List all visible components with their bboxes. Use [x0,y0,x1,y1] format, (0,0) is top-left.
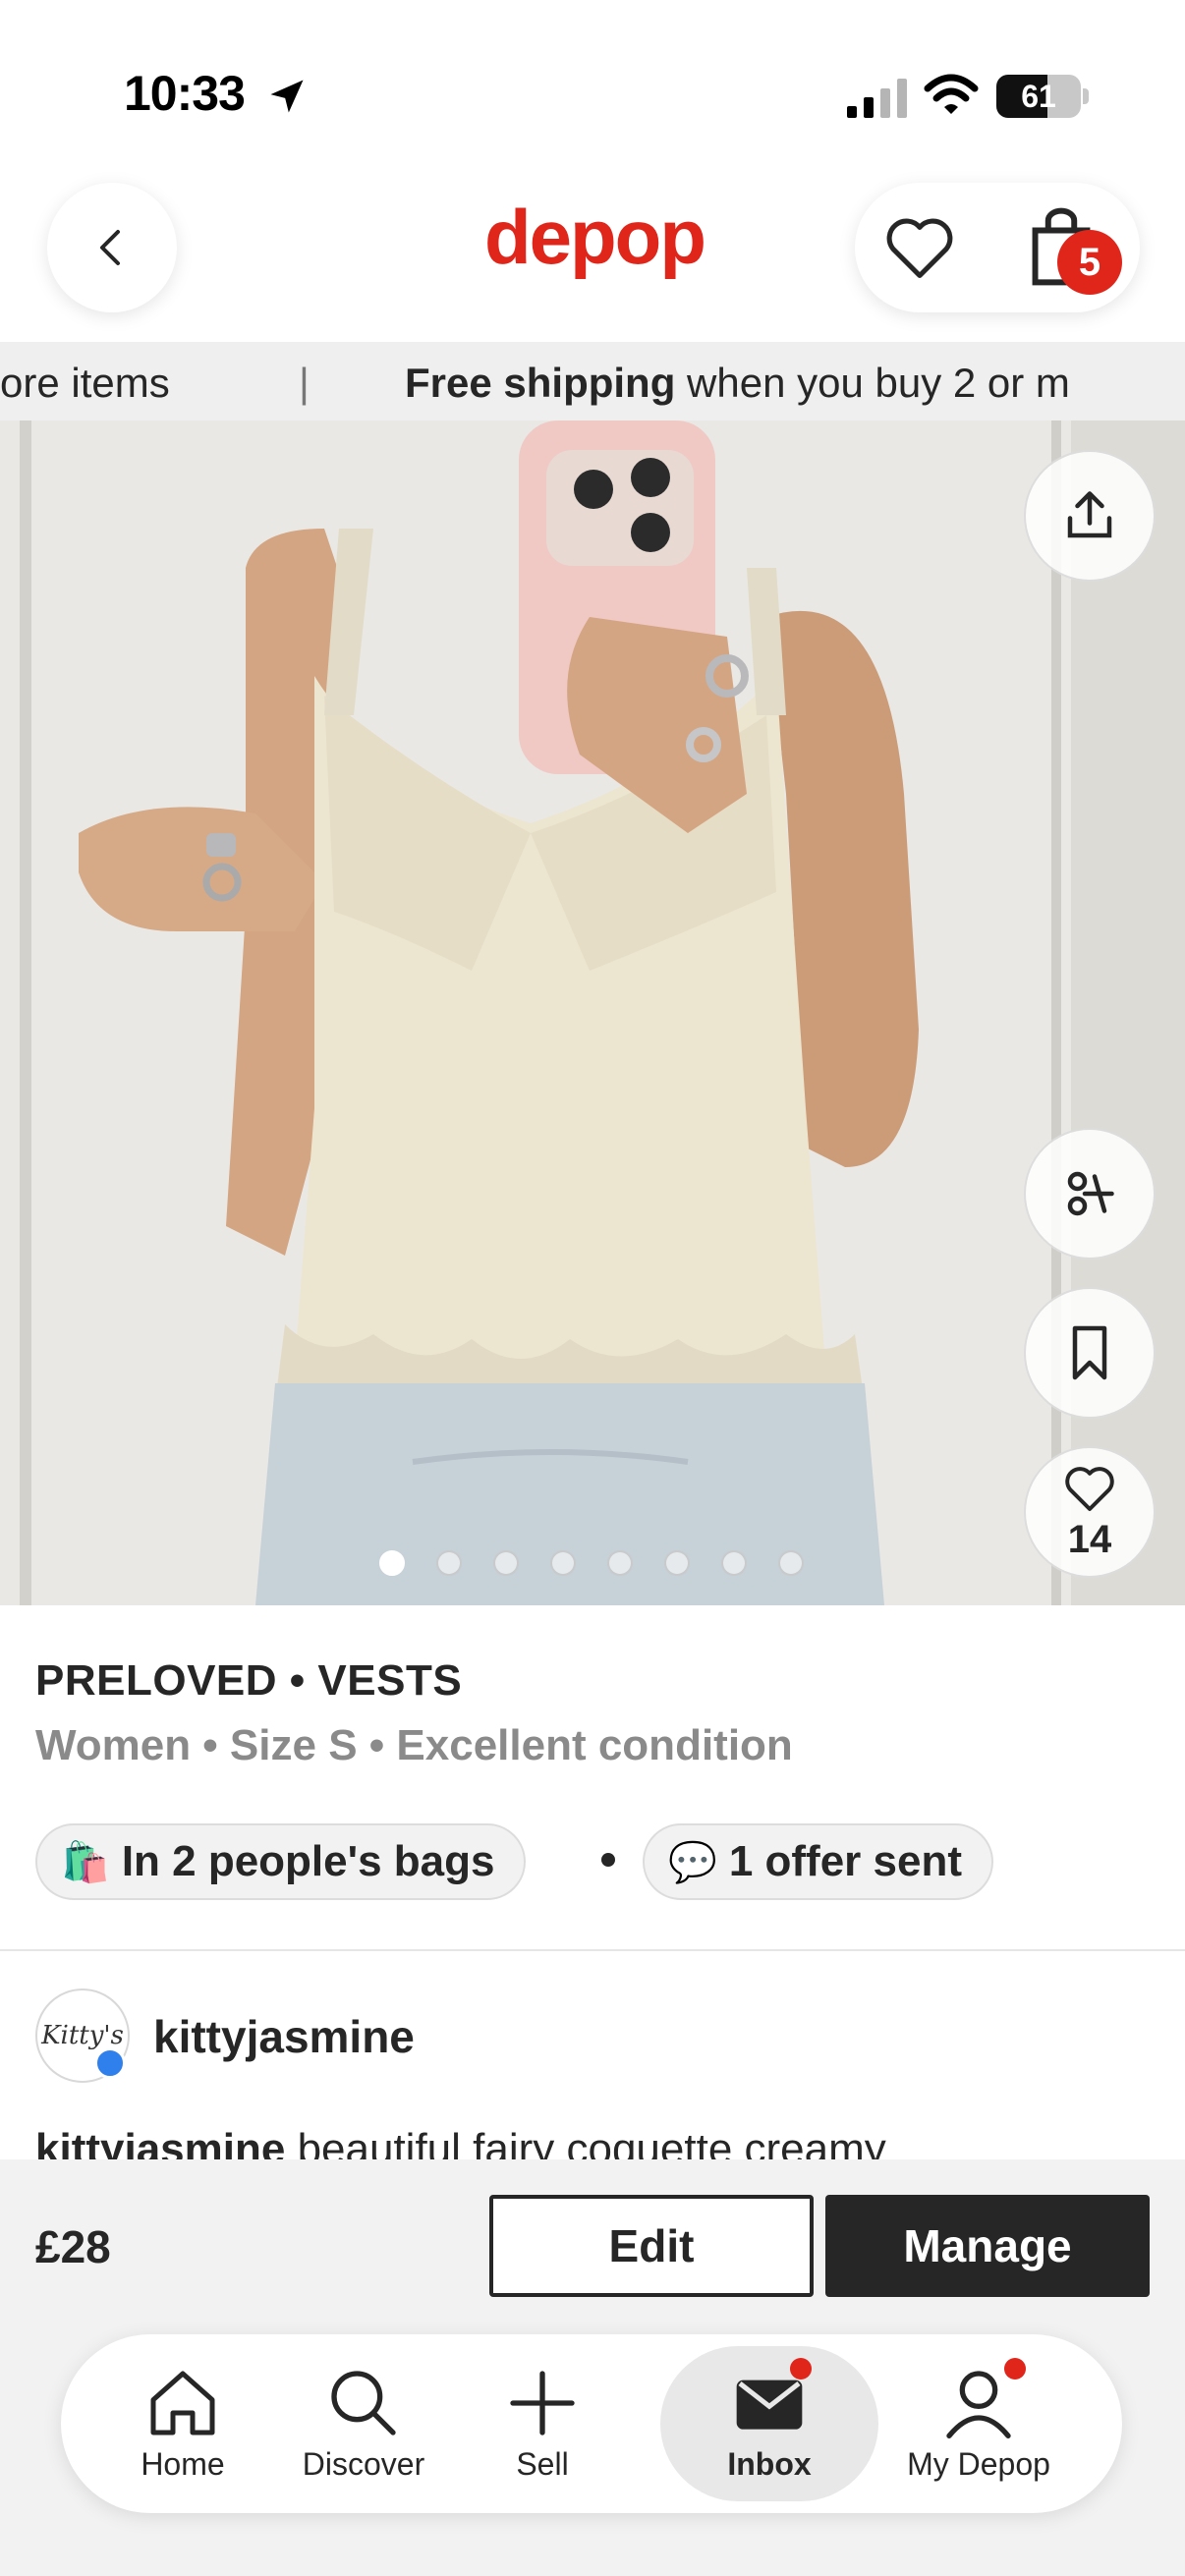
user-icon [946,2370,1011,2438]
share-button[interactable] [1024,450,1156,582]
back-button[interactable] [47,183,177,312]
product-photo[interactable]: 14 [0,420,1185,1605]
promo-prev-text: ore items [0,360,170,406]
save-button[interactable] [1024,1287,1156,1419]
speech-bubble-icon: 💬 [668,1840,717,1884]
battery-indicator: 61 [996,75,1081,118]
tab-bar: Home Discover Sell Inbox My Depop [61,2334,1122,2513]
profile-notification-dot [1004,2358,1026,2380]
tab-home-label: Home [141,2445,225,2482]
verified-badge-icon [94,2047,126,2079]
product-image [0,420,1185,1605]
tab-home[interactable]: Home [85,2334,281,2513]
tab-sell-label: Sell [516,2445,569,2482]
pagination-dot[interactable] [721,1550,747,1576]
home-icon [150,2371,215,2435]
pagination-dot[interactable] [379,1550,405,1576]
heart-outline-icon [1065,1466,1114,1511]
image-pagination[interactable] [379,1550,804,1584]
pagination-dot[interactable] [664,1550,690,1576]
pagination-dot[interactable] [493,1550,519,1576]
pill-separator-dot [601,1853,615,1867]
battery-percent: 61 [1021,79,1056,114]
section-divider [0,1949,1185,1951]
tab-sell[interactable]: Sell [444,2334,641,2513]
promo-separator: | [299,360,310,406]
tab-discover-label: Discover [302,2445,425,2482]
tab-my-depop-label: My Depop [907,2445,1050,2482]
description-username: kittyjasmine [35,2125,286,2161]
manage-button[interactable]: Manage [825,2195,1150,2297]
pagination-dot[interactable] [550,1550,576,1576]
seller-name[interactable]: kittyjasmine [153,2010,415,2063]
likes-count: 14 [1067,1517,1112,1561]
like-button[interactable]: 14 [1024,1446,1156,1578]
item-attributes: Women • Size S • Excellent condition [35,1721,793,1769]
bookmark-icon [1072,1325,1107,1380]
bags-pill: 🛍️ In 2 people's bags [35,1823,527,1900]
offer-pill: 💬 1 offer sent [643,1823,993,1900]
pagination-dot[interactable] [778,1550,804,1576]
edit-button[interactable]: Edit [489,2195,814,2297]
promo-bold: Free shipping [405,360,676,406]
location-arrow-icon [270,80,304,113]
cart-count-badge: 5 [1057,230,1122,295]
wifi-icon [924,74,979,114]
cellular-signal-icon [847,79,907,118]
promo-banner[interactable]: ore items | Free shipping when you buy 2… [0,342,1185,420]
description-text: beautiful fairy coquette creamy [285,2125,886,2161]
battery-tip [1083,88,1089,104]
bags-pill-label: In 2 people's bags [121,1837,495,1885]
chevron-left-icon [100,230,120,265]
favorites-button[interactable] [882,210,957,285]
offer-pill-label: 1 offer sent [728,1837,962,1885]
inbox-notification-dot [790,2358,812,2380]
style-match-button[interactable] [1024,1128,1156,1260]
item-category[interactable]: PRELOVED • VESTS [35,1656,462,1706]
pagination-dot[interactable] [436,1550,462,1576]
pagination-dot[interactable] [607,1550,633,1576]
depop-logo[interactable]: depop [462,193,727,282]
promo-rest: when you buy 2 or m [675,360,1070,406]
item-price: £28 [35,2221,111,2272]
status-time: 10:33 [124,66,246,121]
search-icon [331,2370,396,2436]
tab-inbox[interactable]: Inbox [671,2334,868,2513]
tab-discover[interactable]: Discover [265,2334,462,2513]
promo-text: Free shipping when you buy 2 or m [405,360,1070,407]
seller-avatar-text: Kitty's [41,2021,124,2050]
shopping-bags-icon: 🛍️ [61,1840,110,1884]
share-icon [1067,491,1112,538]
tab-my-depop[interactable]: My Depop [880,2334,1077,2513]
tab-inbox-label: Inbox [727,2445,812,2482]
status-bar: 10:33 61 [0,0,1185,187]
style-scissors-icon [1067,1171,1114,1216]
plus-icon [510,2370,575,2436]
heart-icon [886,218,953,279]
item-description: kittyjasmine beautiful fairy coquette cr… [35,2122,1156,2161]
